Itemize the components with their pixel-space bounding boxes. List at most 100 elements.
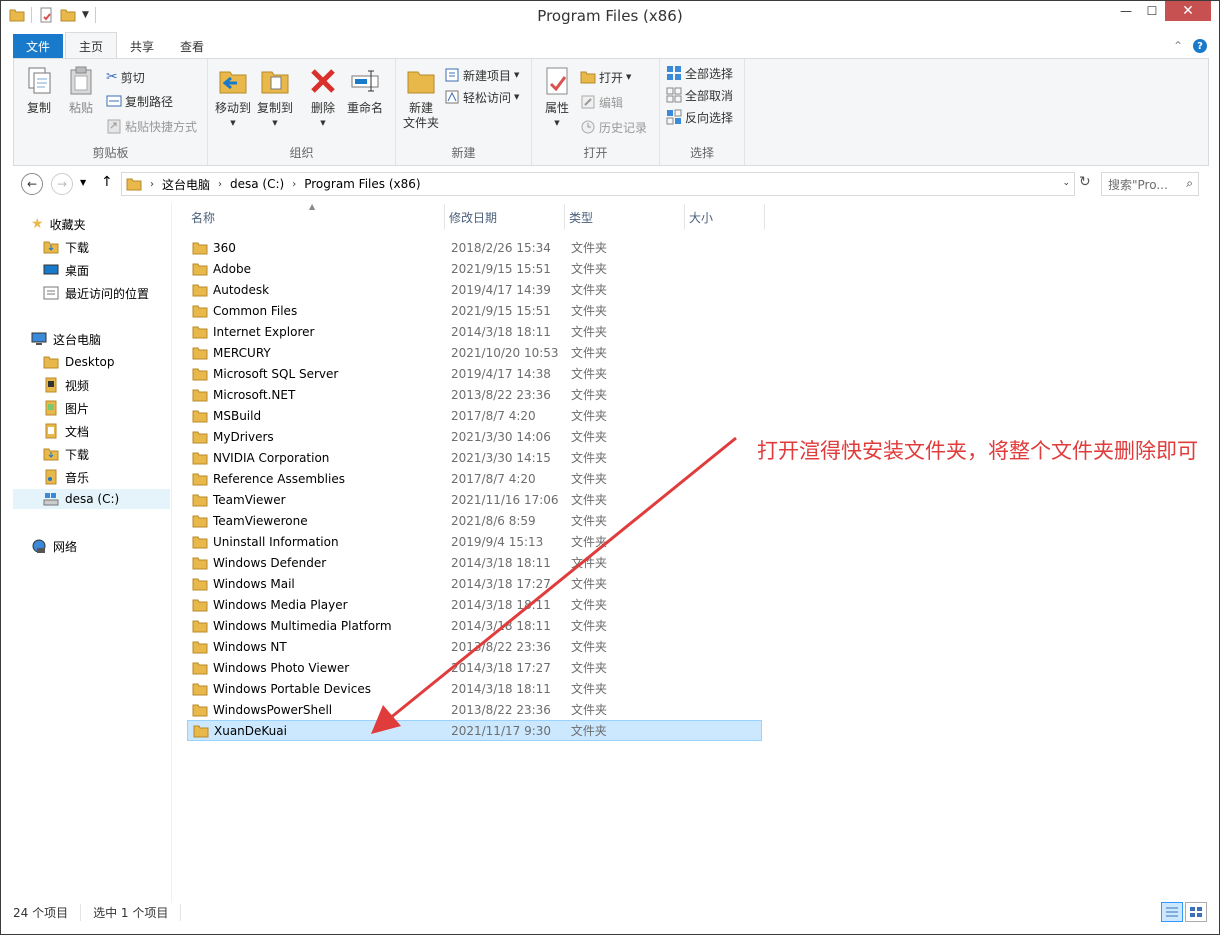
- nav-item-desktop-pc[interactable]: Desktop: [43, 352, 115, 372]
- table-row[interactable]: Autodesk 2019/4/17 14:39 文件夹: [187, 279, 762, 300]
- table-row[interactable]: NVIDIA Corporation 2021/3/30 14:15 文件夹: [187, 447, 762, 468]
- table-row[interactable]: XuanDeKuai 2021/11/17 9:30 文件夹: [187, 720, 762, 741]
- table-row[interactable]: Windows Multimedia Platform 2014/3/18 18:…: [187, 615, 762, 636]
- table-row[interactable]: Internet Explorer 2014/3/18 18:11 文件夹: [187, 321, 762, 342]
- file-date: 2021/3/30 14:06: [451, 429, 551, 444]
- table-row[interactable]: Uninstall Information 2019/9/4 15:13 文件夹: [187, 531, 762, 552]
- breadcrumb-drive[interactable]: desa (C:): [230, 177, 284, 191]
- nav-item-downloads-pc[interactable]: 下载: [43, 444, 89, 464]
- new-group: 新建 文件夹 新建项目 ▼ 轻松访问 ▼ 新建: [396, 59, 532, 165]
- tab-view[interactable]: 查看: [167, 34, 217, 59]
- tab-share[interactable]: 共享: [117, 34, 167, 59]
- table-row[interactable]: Microsoft SQL Server 2019/4/17 14:38 文件夹: [187, 363, 762, 384]
- table-row[interactable]: TeamViewerone 2021/8/6 8:59 文件夹: [187, 510, 762, 531]
- column-header-size[interactable]: 大小: [685, 204, 765, 230]
- table-row[interactable]: Windows Photo Viewer 2014/3/18 17:27 文件夹: [187, 657, 762, 678]
- easy-access-button[interactable]: 轻松访问 ▼: [444, 88, 519, 106]
- table-row[interactable]: Adobe 2021/9/15 15:51 文件夹: [187, 258, 762, 279]
- file-name-cell: MERCURY: [187, 345, 445, 361]
- file-date: 2014/3/18 17:27: [451, 660, 551, 675]
- breadcrumb-this-pc[interactable]: 这台电脑: [162, 176, 210, 193]
- refresh-button[interactable]: ↻: [1079, 174, 1091, 190]
- file-name: Windows Defender: [213, 555, 327, 570]
- back-button[interactable]: ←: [21, 173, 43, 195]
- rename-button[interactable]: 重命名: [344, 65, 386, 116]
- file-type: 文件夹: [571, 493, 608, 507]
- cut-button[interactable]: ✂ 剪切: [106, 68, 145, 86]
- recent-locations-icon[interactable]: ▼: [80, 178, 86, 187]
- open-button[interactable]: 打开 ▼: [580, 68, 631, 86]
- window-controls: — ☐ ✕: [1113, 1, 1211, 21]
- maximize-button[interactable]: ☐: [1139, 1, 1165, 21]
- tab-home[interactable]: 主页: [65, 32, 118, 59]
- table-row[interactable]: MSBuild 2017/8/7 4:20 文件夹: [187, 405, 762, 426]
- table-row[interactable]: TeamViewer 2021/11/16 17:06 文件夹: [187, 489, 762, 510]
- help-icon[interactable]: ?: [1193, 39, 1207, 53]
- table-row[interactable]: Windows Portable Devices 2014/3/18 18:11 文…: [187, 678, 762, 699]
- select-none-button[interactable]: 全部取消: [666, 86, 733, 104]
- invert-selection-button[interactable]: 反向选择: [666, 108, 733, 126]
- nav-item-documents[interactable]: 文档: [43, 421, 89, 441]
- table-row[interactable]: Common Files 2021/9/15 15:51 文件夹: [187, 300, 762, 321]
- properties-button[interactable]: 属性 ▼: [536, 65, 578, 131]
- nav-item-desktop[interactable]: 桌面: [43, 260, 89, 280]
- file-name-cell: Microsoft SQL Server: [187, 366, 445, 382]
- table-row[interactable]: WindowsPowerShell 2013/8/22 23:36 文件夹: [187, 699, 762, 720]
- nav-favorites[interactable]: ★ 收藏夹: [31, 214, 86, 234]
- tab-file[interactable]: 文件: [13, 34, 64, 59]
- select-all-button[interactable]: 全部选择: [666, 64, 733, 82]
- table-row[interactable]: MERCURY 2021/10/20 10:53 文件夹: [187, 342, 762, 363]
- up-button[interactable]: ↑: [101, 174, 113, 190]
- nav-this-pc[interactable]: 这台电脑: [31, 329, 101, 349]
- file-date: 2021/10/20 10:53: [451, 345, 559, 360]
- new-item-button[interactable]: 新建项目 ▼: [444, 66, 519, 84]
- copy-button[interactable]: 复制: [18, 65, 60, 116]
- table-row[interactable]: Windows Media Player 2014/3/18 18:11 文件夹: [187, 594, 762, 615]
- column-header-date[interactable]: 修改日期: [445, 204, 565, 230]
- close-button[interactable]: ✕: [1165, 1, 1211, 21]
- breadcrumb-separator-icon[interactable]: ›: [218, 179, 222, 190]
- breadcrumb-program-files[interactable]: Program Files (x86): [304, 177, 420, 191]
- new-folder-button[interactable]: 新建 文件夹: [400, 65, 442, 131]
- details-view-button[interactable]: [1161, 902, 1183, 922]
- table-row[interactable]: Windows Defender 2014/3/18 18:11 文件夹: [187, 552, 762, 573]
- table-row[interactable]: Microsoft.NET 2013/8/22 23:36 文件夹: [187, 384, 762, 405]
- table-row[interactable]: 360 2018/2/26 15:34 文件夹: [187, 237, 762, 258]
- minimize-button[interactable]: —: [1113, 1, 1139, 21]
- nav-item-recent[interactable]: 最近访问的位置: [43, 283, 149, 303]
- nav-item-music[interactable]: 音乐: [43, 467, 89, 487]
- breadcrumb-separator-icon[interactable]: ›: [292, 179, 296, 190]
- column-header-type[interactable]: 类型: [565, 204, 685, 230]
- breadcrumb-separator-icon[interactable]: ›: [150, 179, 154, 190]
- paste-button[interactable]: 粘贴: [60, 65, 102, 116]
- address-dropdown-icon[interactable]: ⌄: [1062, 178, 1070, 188]
- file-date: 2014/3/18 18:11: [451, 597, 551, 612]
- table-row[interactable]: Windows Mail 2014/3/18 17:27 文件夹: [187, 573, 762, 594]
- folder-icon: [192, 620, 208, 632]
- file-type: 文件夹: [571, 283, 608, 297]
- nav-item-pictures[interactable]: 图片: [43, 398, 89, 418]
- address-bar[interactable]: › 这台电脑 › desa (C:) › Program Files (x86)…: [121, 172, 1075, 196]
- column-header-name[interactable]: ▲ 名称: [187, 202, 445, 230]
- forward-button[interactable]: →: [51, 173, 73, 195]
- nav-item-drive-c[interactable]: desa (C:): [13, 489, 170, 509]
- delete-button[interactable]: 删除 ▼: [302, 65, 344, 131]
- nav-item-videos[interactable]: 视频: [43, 375, 89, 395]
- move-to-button[interactable]: 移动到 ▼: [212, 65, 254, 131]
- table-row[interactable]: Windows NT 2013/8/22 23:36 文件夹: [187, 636, 762, 657]
- table-row[interactable]: MyDrivers 2021/3/30 14:06 文件夹: [187, 426, 762, 447]
- large-icons-view-button[interactable]: [1185, 902, 1207, 922]
- nav-item-downloads[interactable]: 下载: [43, 237, 89, 257]
- file-date: 2014/3/18 18:11: [451, 555, 551, 570]
- file-name: Common Files: [213, 303, 298, 318]
- history-button[interactable]: 历史记录: [580, 118, 647, 136]
- table-row[interactable]: Reference Assemblies 2017/8/7 4:20 文件夹: [187, 468, 762, 489]
- nav-network[interactable]: 网络: [31, 536, 77, 556]
- copy-to-button[interactable]: 复制到 ▼: [254, 65, 296, 131]
- edit-button[interactable]: 编辑: [580, 93, 623, 111]
- group-label-organize: 组织: [289, 146, 314, 160]
- collapse-ribbon-icon[interactable]: ⌃: [1173, 39, 1183, 53]
- search-input[interactable]: 搜索"Pro... ⌕: [1101, 172, 1199, 196]
- copy-path-button[interactable]: 复制路径: [106, 92, 173, 110]
- paste-shortcut-button[interactable]: 粘贴快捷方式: [106, 117, 197, 135]
